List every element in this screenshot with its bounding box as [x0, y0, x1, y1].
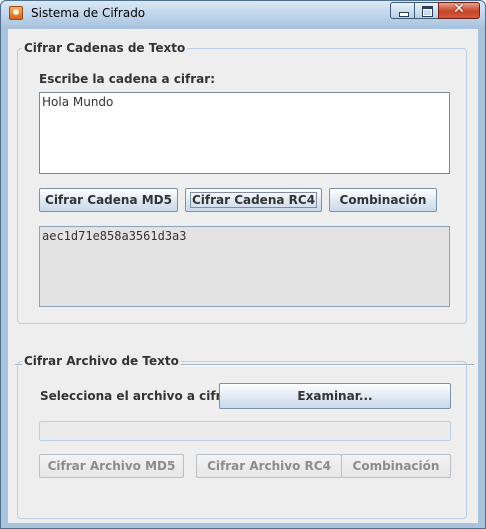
minimize-icon[interactable] [390, 2, 415, 19]
encrypt-string-rc4-label: Cifrar Cadena RC4 [189, 192, 318, 208]
java-app-icon [9, 6, 23, 20]
encrypt-string-md5-label: Cifrar Cadena MD5 [45, 193, 172, 207]
file-select-label: Selecciona el archivo a cifrar: [40, 389, 241, 403]
encrypt-string-rc4-button[interactable]: Cifrar Cadena RC4 [185, 188, 322, 212]
close-icon[interactable]: ✕ [438, 1, 480, 19]
string-group-legend: Cifrar Cadenas de Texto [22, 41, 188, 55]
string-output-field: aec1d71e858a3561d3a3 [39, 226, 450, 307]
combine-string-label: Combinación [339, 193, 427, 207]
file-progress-bar [39, 421, 451, 441]
title-bar[interactable]: Sistema de Cifrado ✕ [1, 1, 485, 27]
string-input-label: Escribe la cadena a cifrar: [39, 72, 215, 86]
encrypt-file-rc4-label: Cifrar Archivo RC4 [207, 459, 331, 473]
browse-file-button[interactable]: Examinar... [219, 383, 451, 409]
content-panel: Cifrar Cadenas de Texto Escribe la caden… [8, 29, 478, 523]
encrypt-file-md5-label: Cifrar Archivo MD5 [47, 459, 176, 473]
string-input-field[interactable]: Hola Mundo [39, 92, 450, 174]
encrypt-file-rc4-button[interactable]: Cifrar Archivo RC4 [196, 454, 342, 478]
window-title: Sistema de Cifrado [31, 6, 146, 20]
file-group-legend: Cifrar Archivo de Texto [22, 354, 181, 368]
string-encrypt-group: Cifrar Cadenas de Texto Escribe la caden… [17, 41, 467, 324]
encrypt-file-md5-button[interactable]: Cifrar Archivo MD5 [39, 454, 184, 478]
browse-file-label: Examinar... [297, 389, 373, 403]
combine-string-button[interactable]: Combinación [329, 188, 437, 212]
combine-file-button[interactable]: Combinación [341, 454, 451, 478]
combine-file-label: Combinación [352, 459, 440, 473]
app-window: Sistema de Cifrado ✕ Cifrar Cadenas de T… [0, 0, 486, 529]
maximize-icon[interactable] [414, 2, 439, 19]
encrypt-string-md5-button[interactable]: Cifrar Cadena MD5 [39, 188, 178, 212]
file-encrypt-group: Cifrar Archivo de Texto Selecciona el ar… [17, 354, 467, 519]
